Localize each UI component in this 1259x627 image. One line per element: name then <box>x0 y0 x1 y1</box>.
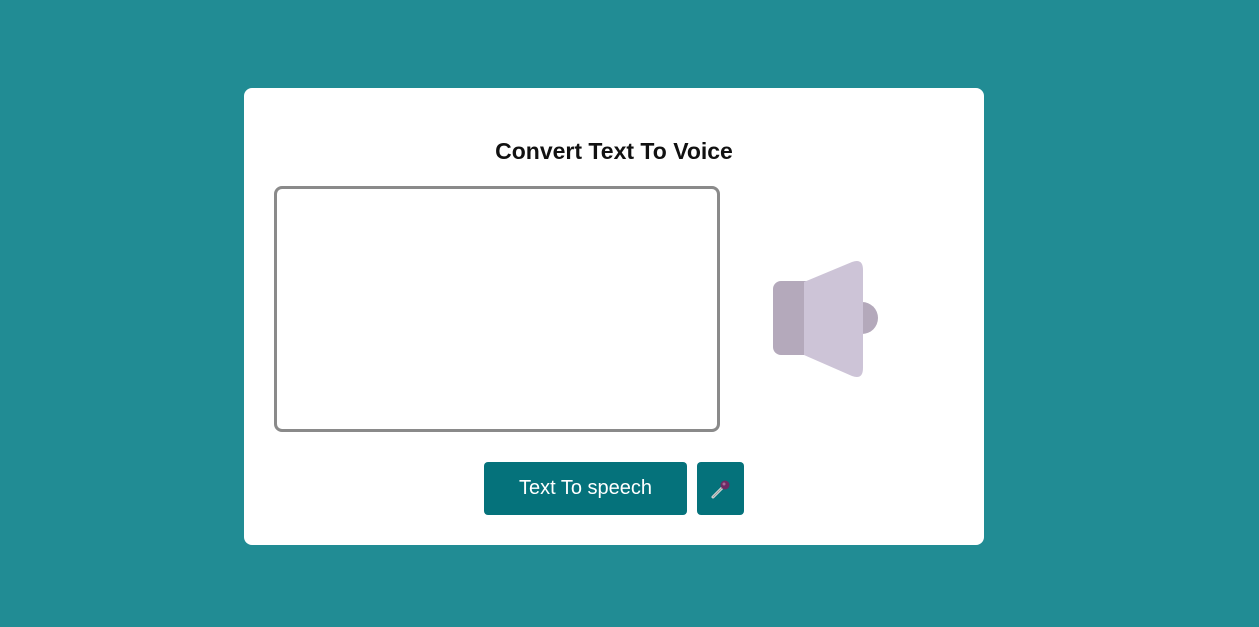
text-to-speech-button[interactable]: Text To speech <box>484 462 687 515</box>
microphone-button[interactable] <box>697 462 744 515</box>
speaker-icon <box>773 261 878 377</box>
text-input[interactable] <box>274 186 720 432</box>
page-title: Convert Text To Voice <box>495 138 733 164</box>
speaker-cone <box>804 261 863 377</box>
microphone-icon <box>711 480 729 498</box>
converter-card: Convert Text To Voice Text To speech <box>244 88 984 545</box>
